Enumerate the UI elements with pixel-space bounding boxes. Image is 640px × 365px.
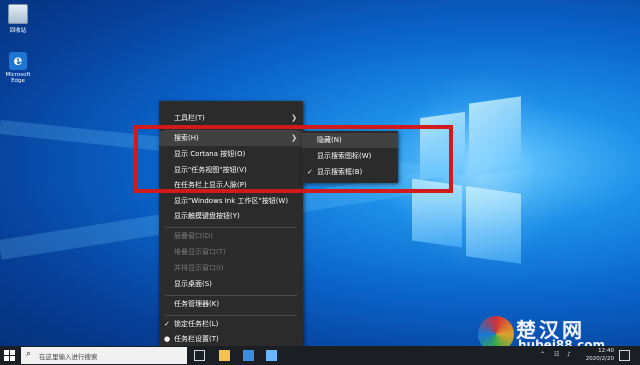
menu-item-task-manager[interactable]: 任务管理器(K) — [159, 297, 303, 312]
wallpaper-logo-pane-bottom-right — [466, 186, 521, 264]
menu-separator — [165, 227, 297, 228]
clock-date: 2020/2/20 — [585, 356, 614, 362]
desktop-icon-label: Microsoft Edge — [5, 72, 31, 84]
menu-item-stack-windows: 堆叠显示窗口(T) — [159, 245, 303, 260]
recycle-bin-icon — [8, 4, 28, 24]
menu-item-label: 显示触摸键盘按钮(Y) — [174, 212, 240, 220]
taskbar-clock[interactable]: 12:40 2020/2/20 — [586, 347, 614, 363]
checkmark-icon: ✓ — [164, 320, 170, 328]
menu-item-show-desktop[interactable]: 显示桌面(S) — [159, 277, 303, 292]
notification-icon[interactable] — [619, 350, 630, 361]
edge-icon[interactable] — [197, 350, 208, 361]
menu-item-label: 锁定任务栏(L) — [174, 320, 219, 328]
taskbar: ⌕ 在这里输入进行搜索 ⌃ ☷ ♪ 12:40 2020/2/20 — [0, 346, 640, 365]
menu-item-label: 任务管理器(K) — [174, 300, 220, 308]
menu-item-label: 工具栏(T) — [174, 114, 205, 122]
search-icon: ⌕ — [26, 349, 32, 359]
store-icon[interactable] — [243, 350, 254, 361]
wallpaper-logo-pane-top-right — [469, 96, 521, 177]
menu-item-label: 堆叠显示窗口(T) — [174, 248, 226, 256]
edge-icon: e — [9, 52, 27, 70]
menu-item-taskbar-settings[interactable]: ● 任务栏设置(T) — [159, 332, 303, 347]
menu-item-toolbars[interactable]: 工具栏(T) ❯ — [159, 111, 303, 126]
menu-separator — [165, 315, 297, 316]
clock-time: 12:40 — [598, 348, 614, 354]
gear-icon: ● — [164, 335, 171, 343]
menu-item-label: 层叠窗口(D) — [174, 232, 213, 240]
search-placeholder: 在这里输入进行搜索 — [39, 353, 98, 361]
menu-item-lock-taskbar[interactable]: ✓ 锁定任务栏(L) — [159, 317, 303, 332]
menu-item-label: 显示桌面(S) — [174, 280, 212, 288]
menu-item-side-by-side-windows: 并排显示窗口(I) — [159, 261, 303, 276]
volume-icon[interactable]: ♪ — [567, 351, 571, 358]
highlight-box — [134, 125, 453, 193]
windows-start-icon[interactable] — [4, 350, 15, 361]
taskbar-search-box[interactable]: ⌕ 在这里输入进行搜索 — [21, 347, 187, 364]
menu-item-label: 任务栏设置(T) — [174, 335, 219, 343]
menu-item-show-windows-ink[interactable]: 显示"Windows Ink 工作区"按钮(W) — [159, 194, 303, 209]
network-icon[interactable]: ☷ — [554, 351, 559, 358]
menu-item-cascade-windows: 层叠窗口(D) — [159, 229, 303, 244]
desktop-icon-label: 回收站 — [9, 28, 27, 34]
file-explorer-icon[interactable] — [219, 350, 230, 361]
mail-icon[interactable] — [266, 350, 277, 361]
menu-item-label: 并排显示窗口(I) — [174, 264, 224, 272]
desktop-icon-edge[interactable]: e Microsoft Edge — [1, 52, 35, 84]
menu-item-show-touch-keyboard[interactable]: 显示触摸键盘按钮(Y) — [159, 209, 303, 224]
menu-item-label: 显示"Windows Ink 工作区"按钮(W) — [174, 197, 289, 205]
chevron-up-icon[interactable]: ⌃ — [540, 351, 545, 358]
desktop-icon-recycle-bin[interactable]: 回收站 — [1, 4, 35, 34]
chevron-right-icon: ❯ — [291, 114, 297, 122]
menu-separator — [165, 295, 297, 296]
